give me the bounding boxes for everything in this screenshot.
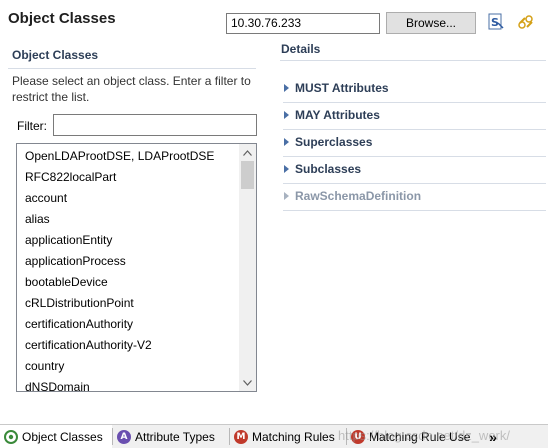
section-label: Superclasses: [295, 135, 373, 149]
section-label: Subclasses: [295, 162, 362, 176]
raw-schema-definition-section: RawSchemaDefinition: [283, 184, 546, 211]
expand-arrow-icon: [284, 84, 289, 92]
expand-arrow-icon: [284, 192, 289, 200]
page-title: Object Classes: [8, 10, 116, 27]
object-classes-section-title: Object Classes: [12, 48, 99, 62]
section-label: RawSchemaDefinition: [295, 189, 422, 203]
section-divider: [283, 210, 546, 211]
section-label: MAY Attributes: [295, 108, 380, 122]
instructions-text: Please select an object class. Enter a f…: [12, 74, 251, 104]
expand-arrow-icon: [284, 165, 289, 173]
tab-label: Matching Rules: [252, 429, 335, 444]
tab-object-classes[interactable]: Object Classes: [0, 425, 112, 448]
scroll-thumb[interactable]: [241, 161, 254, 189]
must-attributes-section[interactable]: MUST Attributes: [283, 76, 546, 103]
filter-input[interactable]: [53, 114, 257, 136]
tab-label: Object Classes: [22, 429, 103, 444]
list-item[interactable]: cRLDistributionPoint: [17, 293, 239, 314]
vertical-scrollbar[interactable]: [239, 144, 256, 391]
tab-label: Attribute Types: [135, 429, 215, 444]
object-class-list[interactable]: OpenLDAProotDSE, LDAProotDSE RFC822local…: [16, 143, 257, 392]
subclasses-section[interactable]: Subclasses: [283, 157, 546, 184]
scroll-up-icon[interactable]: [239, 144, 256, 161]
browse-button-label: Browse...: [405, 16, 456, 30]
attribute-type-icon: A: [117, 429, 131, 444]
link-with-editor-icon[interactable]: [516, 12, 536, 32]
browse-button[interactable]: Browse...: [386, 12, 476, 34]
tab-attribute-types[interactable]: A Attribute Types: [113, 425, 229, 448]
list-item[interactable]: account: [17, 188, 239, 209]
list-item[interactable]: applicationProcess: [17, 251, 239, 272]
object-class-icon: [4, 429, 18, 444]
list-item[interactable]: alias: [17, 209, 239, 230]
list-item[interactable]: certificationAuthority-V2: [17, 335, 239, 356]
list-item[interactable]: certificationAuthority: [17, 314, 239, 335]
list-item[interactable]: country: [17, 356, 239, 377]
svg-text:S: S: [491, 16, 499, 29]
object-class-list-items: OpenLDAProotDSE, LDAProotDSE RFC822local…: [17, 146, 239, 391]
may-attributes-section[interactable]: MAY Attributes: [283, 103, 546, 130]
superclasses-section[interactable]: Superclasses: [283, 130, 546, 157]
expand-arrow-icon: [284, 138, 289, 146]
details-section-title: Details: [281, 42, 321, 56]
list-item[interactable]: OpenLDAProotDSE, LDAProotDSE: [17, 146, 239, 167]
watermark: https://blog.csdn.net/dz_work/: [338, 428, 510, 443]
expand-arrow-icon: [284, 111, 289, 119]
list-item[interactable]: bootableDevice: [17, 272, 239, 293]
schema-source-icon[interactable]: S: [486, 12, 506, 32]
section-divider: [8, 68, 256, 69]
tab-matching-rules[interactable]: M Matching Rules: [230, 425, 346, 448]
list-item[interactable]: applicationEntity: [17, 230, 239, 251]
filter-label: Filter:: [17, 119, 47, 133]
list-item[interactable]: dNSDomain: [17, 377, 239, 391]
server-address-field[interactable]: 10.30.76.233: [226, 13, 380, 34]
details-divider: [280, 60, 546, 61]
section-label: MUST Attributes: [295, 81, 389, 95]
scroll-down-icon[interactable]: [239, 374, 256, 391]
matching-rule-icon: M: [234, 429, 248, 444]
list-item[interactable]: RFC822localPart: [17, 167, 239, 188]
